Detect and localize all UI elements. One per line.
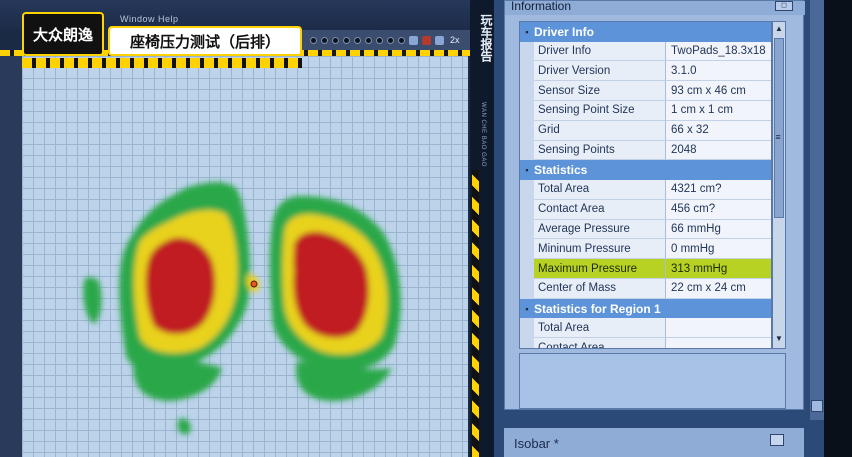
property-value: 66 mmHg: [666, 219, 771, 240]
property-key: Average Pressure: [534, 219, 666, 240]
view-button-icon[interactable]: [435, 35, 444, 45]
property-key: Sensing Points: [534, 140, 666, 161]
record-button-icon[interactable]: [422, 35, 431, 45]
property-key: Center of Mass: [534, 278, 666, 299]
collapse-icon[interactable]: ▪: [520, 304, 534, 314]
menu-bar[interactable]: Window Help: [120, 14, 179, 24]
property-row[interactable]: Grid 66 x 32: [520, 120, 771, 141]
property-row[interactable]: Driver Version 3.1.0: [520, 61, 771, 82]
property-row[interactable]: Sensor Size 93 cm x 46 cm: [520, 81, 771, 101]
frame-dot-icon[interactable]: [343, 36, 350, 44]
property-value: 3.1.0: [666, 61, 771, 82]
information-title: Information: [505, 0, 805, 15]
scroll-down-icon[interactable]: ▼: [773, 332, 785, 346]
collapse-icon[interactable]: ▪: [520, 27, 534, 37]
center-of-mass-marker: [250, 280, 258, 288]
property-value: 0 mmHg: [666, 239, 771, 260]
property-key: Contact Area: [534, 199, 666, 220]
section-title: Statistics for Region 1: [534, 301, 661, 316]
section-region-1[interactable]: ▪ Statistics for Region 1: [520, 298, 771, 319]
property-value: 1 cm x 1 cm: [666, 100, 771, 121]
property-value: [666, 318, 771, 339]
property-key: Driver Version: [534, 61, 666, 82]
property-value: [666, 338, 771, 348]
scroll-thumb[interactable]: [774, 38, 784, 218]
badge-stripe: [22, 58, 302, 68]
section-driver-info[interactable]: ▪ Driver Info: [520, 22, 771, 42]
grip-icon: ≡: [775, 132, 781, 142]
information-panel: Information ◻ ▪ Driver Info Driver Info T…: [494, 0, 852, 457]
information-window: Information ◻ ▪ Driver Info Driver Info T…: [504, 0, 805, 410]
property-key: Contact Area: [534, 338, 666, 348]
brand-badge: 大众朗逸: [22, 12, 104, 56]
bottom-tail-low: [177, 418, 191, 435]
collapse-icon[interactable]: ▪: [520, 165, 534, 175]
frame-dot-icon[interactable]: [365, 36, 372, 44]
property-key: Sensor Size: [534, 81, 666, 101]
frame-dot-icon[interactable]: [354, 36, 361, 44]
scroll-up-icon[interactable]: ▲: [773, 22, 785, 36]
property-value: 456 cm?: [666, 199, 771, 220]
property-value: 22 cm x 24 cm: [666, 278, 771, 299]
property-value: 2048: [666, 140, 771, 161]
pin-icon[interactable]: [770, 434, 784, 446]
test-title-badge: 座椅压力测试（后排）: [108, 26, 302, 56]
frame-dot-icon[interactable]: [387, 36, 394, 44]
property-row[interactable]: Driver Info TwoPads_18.3x18: [520, 41, 771, 62]
screen-edge: [824, 0, 852, 457]
bottom-left-low: [133, 356, 222, 401]
property-value: 93 cm x 46 cm: [666, 81, 771, 101]
view-button-icon[interactable]: [409, 35, 418, 45]
frame-dot-icon[interactable]: [321, 36, 328, 44]
property-row[interactable]: Center of Mass 22 cm x 24 cm: [520, 278, 771, 299]
property-key: Grid: [534, 120, 666, 141]
isobar-panel-header[interactable]: Isobar *: [504, 428, 804, 457]
property-row[interactable]: Total Area: [520, 318, 771, 339]
frame-dot-icon[interactable]: [310, 36, 317, 44]
frame-dot-icon[interactable]: [398, 36, 405, 44]
frame-dot-icon[interactable]: [332, 36, 339, 44]
property-grid: ▪ Driver Info Driver Info TwoPads_18.3x18…: [519, 21, 772, 349]
property-value: 4321 cm?: [666, 179, 771, 200]
property-row[interactable]: Total Area 4321 cm?: [520, 179, 771, 200]
property-key: Total Area: [534, 318, 666, 339]
side-title: 玩车报告: [479, 14, 493, 62]
section-title: Statistics: [534, 163, 588, 178]
property-row[interactable]: Mininum Pressure 0 mmHg: [520, 239, 771, 260]
left-edge-blob: [83, 277, 102, 324]
property-key: Sensing Point Size: [534, 100, 666, 121]
grid-margin: [0, 56, 22, 457]
pressure-heatmap: [83, 182, 401, 435]
pressure-map-window: Window Help 2x 大众朗逸 座椅压力测试（后排）: [0, 0, 470, 457]
property-scrollbar[interactable]: ▲ ≡ ▼: [772, 21, 786, 349]
section-title: Driver Info: [534, 24, 595, 39]
playback-toolbar: 2x: [300, 30, 470, 50]
property-key: Mininum Pressure: [534, 239, 666, 260]
panel-scrollbar[interactable]: [810, 0, 824, 420]
property-key: Driver Info: [534, 41, 666, 62]
side-title-strip: 玩车报告 WAN CHE BAO GAO: [470, 0, 494, 457]
property-value: TwoPads_18.3x18: [666, 41, 771, 62]
pin-icon[interactable]: ◻: [775, 1, 793, 11]
property-row-highlighted[interactable]: Maximum Pressure 313 mmHg: [520, 259, 771, 279]
left-zone-high: [145, 237, 216, 335]
description-box: [519, 353, 786, 409]
property-row[interactable]: Contact Area 456 cm?: [520, 199, 771, 220]
property-value: 66 x 32: [666, 120, 771, 141]
property-row[interactable]: Sensing Point Size 1 cm x 1 cm: [520, 100, 771, 121]
isobar-title: Isobar *: [514, 436, 559, 451]
zoom-label[interactable]: 2x: [450, 35, 460, 45]
section-statistics[interactable]: ▪ Statistics: [520, 160, 771, 180]
side-subtitle: WAN CHE BAO GAO: [480, 102, 486, 167]
hazard-stripe-vertical: [472, 170, 479, 457]
property-row[interactable]: Average Pressure 66 mmHg: [520, 219, 771, 240]
property-key: Maximum Pressure: [534, 259, 666, 279]
property-row[interactable]: Contact Area: [520, 338, 771, 348]
property-row[interactable]: Sensing Points 2048: [520, 140, 771, 161]
property-key: Total Area: [534, 179, 666, 200]
frame-dot-icon[interactable]: [376, 36, 383, 44]
panel-scroll-button[interactable]: [811, 400, 823, 412]
property-value: 313 mmHg: [666, 259, 771, 279]
